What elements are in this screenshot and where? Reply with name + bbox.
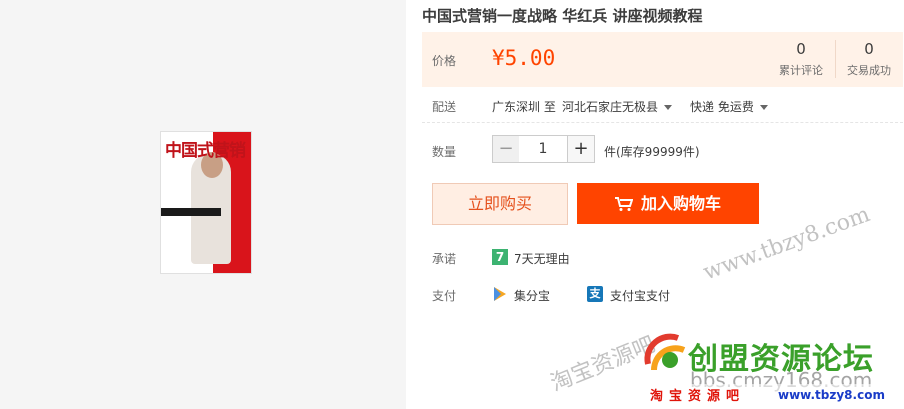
sales-stat[interactable]: 0 交易成功 <box>835 40 903 78</box>
add-to-cart-button[interactable]: 加入购物车 <box>577 183 759 224</box>
payment-label: 支付 <box>432 289 457 303</box>
alipay-icon: 支 <box>587 286 603 302</box>
quantity-plus-button[interactable]: + <box>567 135 595 163</box>
product-image-panel: 中国式营销 <box>0 0 406 409</box>
sales-count: 0 <box>864 40 874 58</box>
footer-site-name: 淘宝资源吧 <box>650 389 746 404</box>
forum-logo-icon <box>644 333 686 371</box>
delivery-row: 配送 广东深圳 至 河北石家庄无极县 快递 免运费 <box>422 92 903 123</box>
footer-url: www.tbzy8.com <box>778 388 885 402</box>
book-cover-title: 中国式营销 <box>165 141 246 161</box>
chevron-down-icon <box>664 105 673 110</box>
shipping-method: 快递 免运费 <box>690 100 754 114</box>
book-cover-strip <box>161 208 221 216</box>
quantity-label: 数量 <box>432 145 457 159</box>
price-value: ¥5.00 <box>492 46 556 70</box>
reviews-label: 累计评论 <box>779 64 823 77</box>
price-label: 价格 <box>432 54 457 68</box>
quantity-minus-button[interactable]: − <box>492 135 520 163</box>
reviews-stat[interactable]: 0 累计评论 <box>767 40 836 78</box>
payment-method-alipay[interactable]: 支付宝支付 <box>610 287 670 304</box>
shipping-method-select[interactable]: 快递 免运费 <box>690 98 768 115</box>
chevron-down-icon <box>759 105 768 110</box>
delivery-destination: 河北石家庄无极县 <box>562 100 659 114</box>
delivery-from: 广东深圳 至 <box>492 100 556 114</box>
product-title: 中国式营销一度战略 华红兵 讲座视频教程 <box>422 7 703 25</box>
product-image[interactable]: 中国式营销 <box>160 131 252 274</box>
buy-now-button[interactable]: 立即购买 <box>432 183 568 225</box>
delivery-destination-select[interactable]: 河北石家庄无极县 <box>562 98 673 115</box>
delivery-label: 配送 <box>432 100 457 114</box>
stock-info: 件(库存99999件) <box>604 145 700 159</box>
price-box: 价格 ¥5.00 0 累计评论 0 交易成功 <box>422 32 903 87</box>
promise-text[interactable]: 7天无理由 <box>514 250 570 267</box>
jifenbao-icon <box>494 287 506 301</box>
quantity-input[interactable]: 1 <box>519 135 567 163</box>
seven-day-return-icon: 7 <box>492 249 508 265</box>
payment-method-jifenbao[interactable]: 集分宝 <box>514 287 550 304</box>
cart-icon <box>614 197 633 211</box>
reviews-count: 0 <box>796 40 806 58</box>
sales-label: 交易成功 <box>847 64 891 77</box>
add-to-cart-label: 加入购物车 <box>640 194 721 213</box>
promise-label: 承诺 <box>432 252 457 266</box>
